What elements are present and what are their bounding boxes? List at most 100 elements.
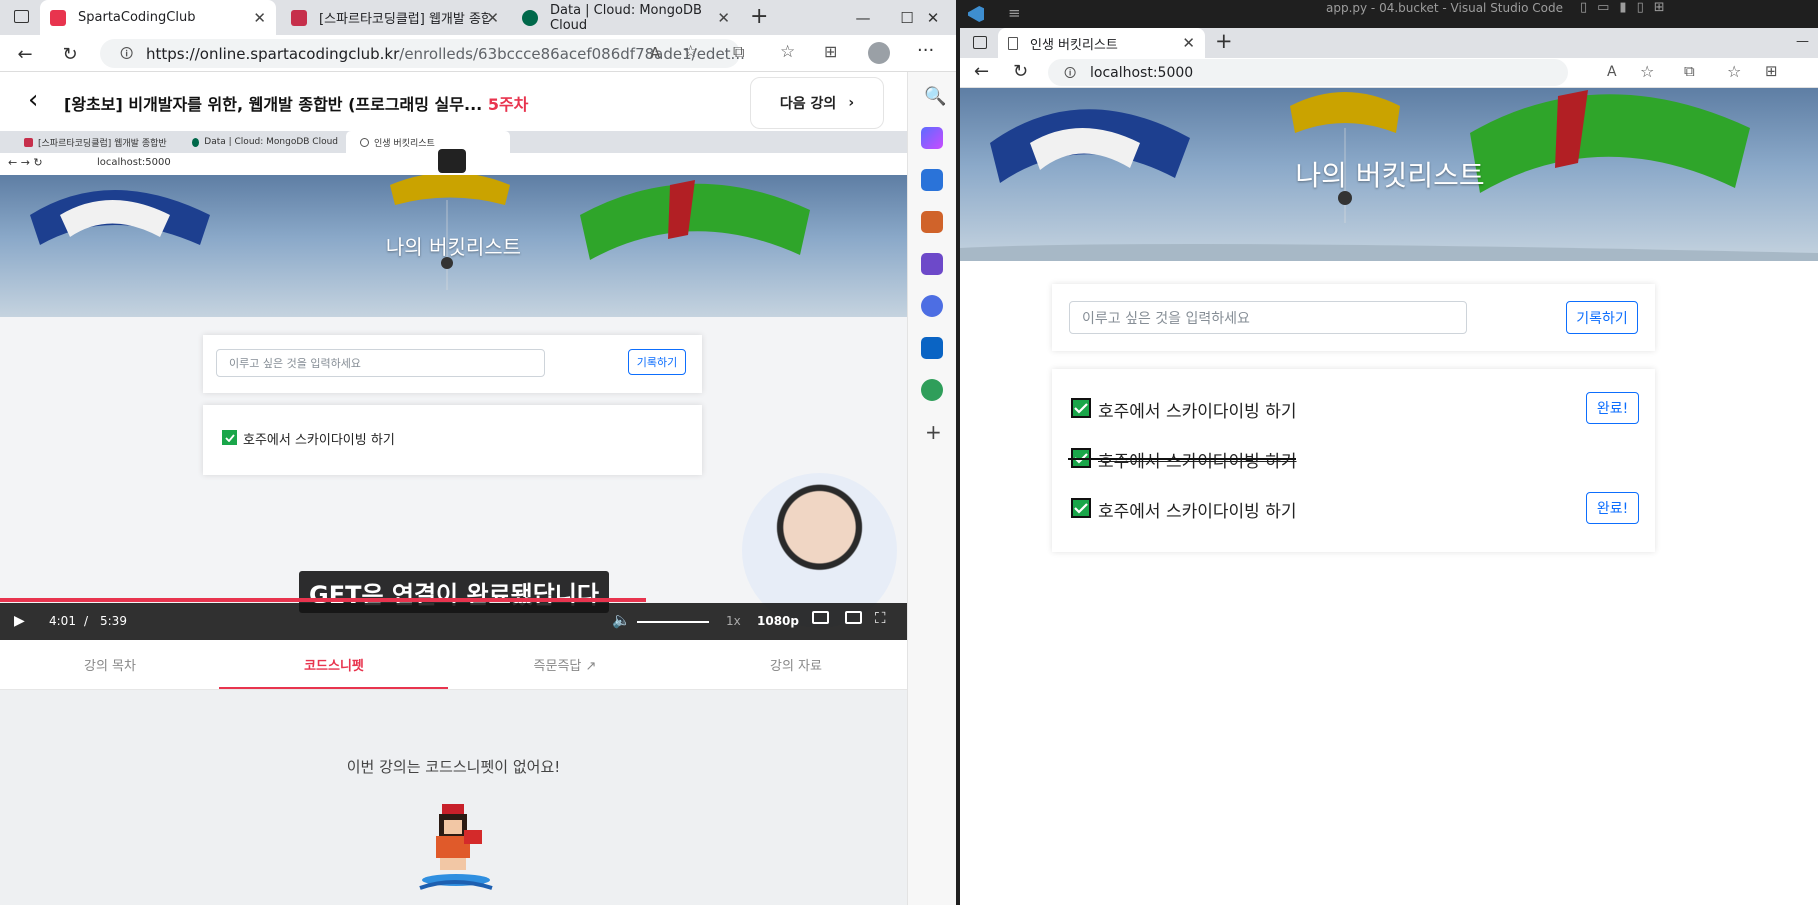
play-icon[interactable]: ▶ <box>14 613 25 629</box>
close-tab-icon[interactable]: ✕ <box>253 9 266 27</box>
close-tab-icon[interactable]: ✕ <box>717 9 730 27</box>
complete-button[interactable]: 완료! <box>1586 492 1639 524</box>
fullscreen-icon[interactable]: ⛶ <box>875 609 886 627</box>
snippet-panel: 이번 강의는 코드스니펫이 없어요! <box>0 690 907 905</box>
sparta-favicon-icon <box>50 9 66 26</box>
video-url: localhost:5000 <box>97 157 171 168</box>
copilot-icon[interactable] <box>921 127 943 149</box>
volume-icon[interactable]: 🔈 <box>612 611 631 629</box>
video-tab-bucket: 인생 버킷리스트 <box>346 131 510 153</box>
close-window-icon[interactable]: ✕ <box>910 0 956 35</box>
info-icon: 🛈 <box>1064 66 1077 80</box>
search-icon[interactable]: 🔍 <box>924 86 946 107</box>
checkbox-icon <box>1071 498 1091 518</box>
close-tab-icon[interactable]: ✕ <box>486 9 499 27</box>
tools-icon[interactable] <box>921 211 943 233</box>
tab-sparta-course[interactable]: [스파르타코딩클럽] 웹개발 종합 ✕ <box>281 0 509 35</box>
tab-bucket-list[interactable]: 인생 버킷리스트 ✕ <box>998 28 1205 58</box>
favorites-icon[interactable]: ☆ <box>780 42 795 62</box>
microsoft365-icon[interactable] <box>921 295 943 317</box>
video-progress[interactable] <box>0 598 646 602</box>
read-aloud-icon[interactable]: A <box>650 44 660 62</box>
new-tab-icon[interactable]: + <box>1215 29 1233 53</box>
tree-icon[interactable] <box>921 379 943 401</box>
extensions-icon[interactable]: ⧉ <box>1684 62 1695 80</box>
sparta-book-icon <box>291 9 307 26</box>
tab-spartacodingclub[interactable]: SpartaCodingClub ✕ <box>40 0 276 35</box>
globe-icon <box>360 137 369 147</box>
tab-course-outline[interactable]: 강의 목차 <box>0 655 220 674</box>
next-lecture-button[interactable]: 다음 강의 › <box>750 77 884 129</box>
tab-actions-icon[interactable] <box>14 10 29 23</box>
course-title-text: [왕초보] 비개발자를 위한, 웹개발 종합반 (프로그래밍 실무... <box>64 95 483 114</box>
lecture-video-player[interactable]: [스파르타코딩클럽] 웹개발 종합반 Data | Cloud: MongoDB… <box>0 131 907 640</box>
exit-pip-icon[interactable] <box>438 149 466 173</box>
tab-title: Data | Cloud: MongoDB Cloud <box>550 2 702 33</box>
edge-browser-window: SpartaCodingClub ✕ [스파르타코딩클럽] 웹개발 종합 ✕ D… <box>0 0 956 905</box>
complete-button[interactable]: 완료! <box>1586 392 1639 424</box>
bucket-input[interactable]: 이루고 싶은 것을 입력하세요 <box>1069 301 1467 334</box>
games-icon[interactable] <box>921 253 943 275</box>
refresh-icon[interactable]: ↻ <box>57 41 83 67</box>
input-card: 이루고 싶은 것을 입력하세요 기록하기 <box>1052 284 1655 351</box>
vscode-title-bar: ≡ app.py - 04.bucket - Visual Studio Cod… <box>956 0 1818 28</box>
speed-label[interactable]: 1x <box>726 614 741 628</box>
profile-avatar[interactable] <box>868 42 890 64</box>
submit-button[interactable]: 기록하기 <box>1566 301 1638 334</box>
refresh-icon[interactable]: ↻ <box>1013 61 1028 82</box>
pip-icon[interactable] <box>845 611 862 624</box>
preview-address-bar: ← ↻ 🛈 localhost:5000 A ☆ ⧉ ☆ ⊞ <box>960 58 1818 88</box>
extensions-icon[interactable]: ⧉ <box>733 42 744 62</box>
preview-tab-bar: 인생 버킷리스트 ✕ + — <box>960 28 1818 58</box>
volume-slider[interactable] <box>637 621 709 623</box>
video-list-card: 호주에서 스카이다이빙 하기 <box>203 405 702 475</box>
minimize-icon[interactable]: — <box>840 0 886 35</box>
tab-course-materials[interactable]: 강의 자료 <box>686 655 906 674</box>
favorite-add-icon[interactable]: ☆ <box>683 42 698 62</box>
checkbox-icon <box>1071 398 1091 418</box>
back-icon[interactable]: ← <box>974 61 989 82</box>
tab-title: [스파르타코딩클럽] 웹개발 종합 <box>319 12 489 27</box>
tab-actions-icon[interactable] <box>973 36 987 49</box>
url-text: localhost:5000 <box>1090 64 1194 81</box>
collections-icon[interactable]: ⊞ <box>1765 62 1778 80</box>
video-tab-sparta: [스파르타코딩클럽] 웹개발 종합반 <box>10 131 170 153</box>
url-field[interactable]: 🛈 localhost:5000 <box>1048 59 1568 86</box>
favorite-add-icon[interactable]: ☆ <box>1640 62 1654 81</box>
more-menu-icon[interactable]: ··· <box>917 40 934 61</box>
back-icon[interactable]: ← <box>12 41 38 67</box>
time-current: 4:01 <box>49 614 76 628</box>
collections-icon[interactable]: ⊞ <box>824 42 837 61</box>
browser-tab-bar: SpartaCodingClub ✕ [스파르타코딩클럽] 웹개발 종합 ✕ D… <box>0 0 956 35</box>
tab-mongodb[interactable]: Data | Cloud: MongoDB Cloud ✕ <box>512 0 740 35</box>
read-aloud-icon[interactable]: A <box>1607 64 1617 80</box>
quality-label[interactable]: 1080p <box>757 614 799 628</box>
new-tab-icon[interactable]: + <box>750 4 768 29</box>
bucket-input-placeholder: 이루고 싶은 것을 입력하세요 <box>1082 310 1250 327</box>
favorites-icon[interactable]: ☆ <box>1727 62 1741 81</box>
menu-icon[interactable]: ≡ <box>1008 4 1021 22</box>
shopping-tag-icon[interactable] <box>921 169 943 191</box>
add-sidebar-icon[interactable]: + <box>925 420 942 444</box>
tab-qna-label: 즉문즉답 <box>533 659 582 674</box>
tab-code-snippet[interactable]: 코드스니펫 <box>224 655 444 674</box>
list-item-text: 호주에서 스카이다이빙 하기 <box>1098 402 1297 422</box>
outlook-icon[interactable] <box>921 337 943 359</box>
course-tab-bar: 강의 목차 코드스니펫 즉문즉답 ↗ 강의 자료 <box>0 640 907 690</box>
tab-title: 인생 버킷리스트 <box>1030 37 1118 53</box>
layout-toggle-icons[interactable]: ▯▭▮▯⊞ <box>1580 0 1675 15</box>
info-icon[interactable]: 🛈 <box>120 45 133 67</box>
course-title: [왕초보] 비개발자를 위한, 웹개발 종합반 (프로그래밍 실무... 5주차 <box>64 91 528 115</box>
time-separator: / <box>84 614 89 628</box>
external-link-icon: ↗ <box>585 659 597 674</box>
video-input-card: 이루고 싶은 것을 입력하세요 기록하기 <box>203 335 702 393</box>
url-field[interactable]: 🛈 https://online.spartacodingclub.kr/enr… <box>100 39 745 68</box>
page-icon <box>1008 36 1018 50</box>
bucket-list-card: 호주에서 스카이다이빙 하기 완료! 호주에서 스카이다이빙 하기 호주에서 스… <box>1052 369 1655 552</box>
close-tab-icon[interactable]: ✕ <box>1182 34 1195 52</box>
back-chevron-icon[interactable]: ‹ <box>28 85 38 115</box>
tab-qna[interactable]: 즉문즉답 ↗ <box>455 655 675 674</box>
captions-icon[interactable] <box>812 611 829 624</box>
mongodb-leaf-icon <box>192 137 200 147</box>
minimize-icon[interactable]: — <box>1796 34 1809 49</box>
